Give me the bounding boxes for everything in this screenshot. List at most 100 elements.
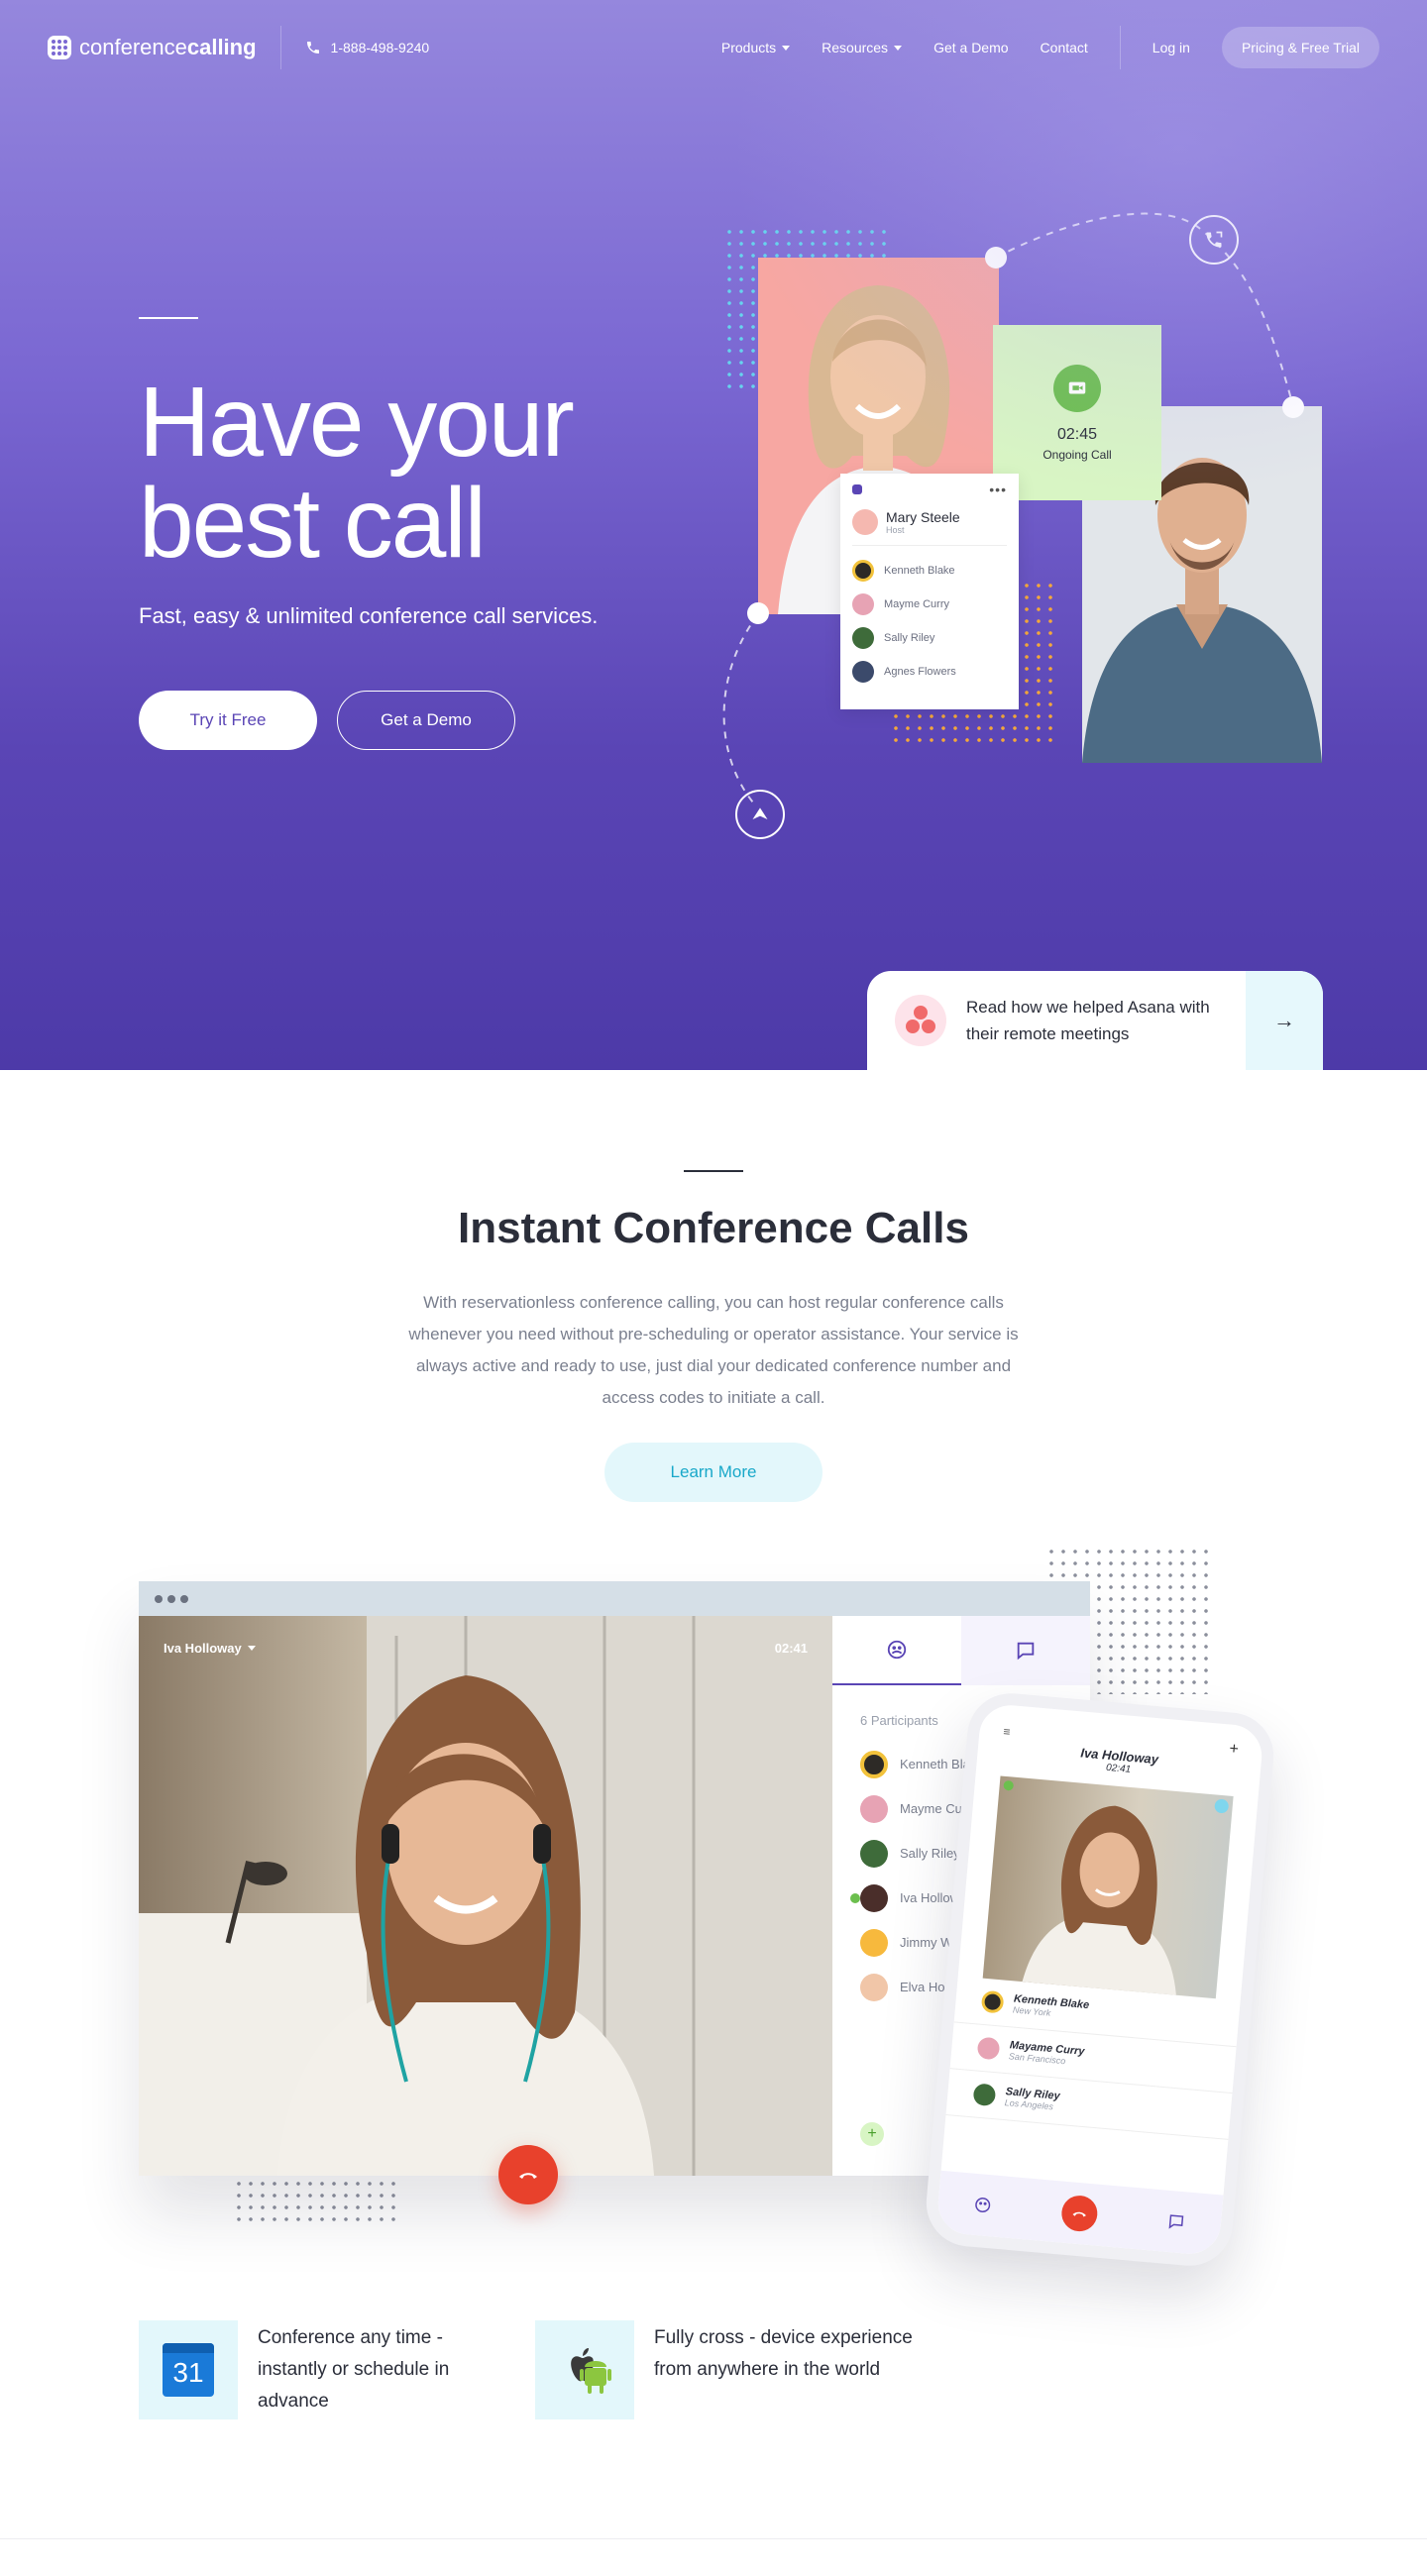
video-chat-icon [1053, 365, 1101, 412]
nav-contact[interactable]: Contact [1041, 40, 1088, 55]
feature-cross-device: Fully cross - device experience from any… [535, 2320, 951, 2419]
chevron-down-icon [894, 45, 903, 51]
mobile-video-feed [982, 1775, 1234, 1999]
chat-icon [1017, 1642, 1035, 1661]
mobile-app-mockup: ≡ + Iva Holloway 02:41 Kenneth Blake New … [923, 1689, 1277, 2270]
section-body: With reservationless conference calling,… [408, 1293, 1019, 1407]
learn-more-button[interactable]: Learn More [604, 1443, 823, 1502]
send-icon [735, 790, 785, 839]
avatar [972, 2083, 997, 2107]
get-demo-button[interactable]: Get a Demo [337, 691, 515, 750]
logo-text-light: conference [79, 35, 187, 59]
logo[interactable]: conferencecalling [48, 35, 257, 60]
hangup-button[interactable] [498, 2145, 558, 2204]
avatar [852, 661, 874, 683]
asana-promo-text: Read how we helped Asana with their remo… [966, 998, 1210, 1043]
hero-section: conferencecalling 1-888-498-9240 Product… [0, 0, 1427, 1070]
hero-title: Have your best call [139, 372, 694, 574]
section-accent-line [684, 1170, 743, 1172]
avatar [852, 627, 874, 649]
speaker-name[interactable]: Iva Holloway [164, 1641, 256, 1656]
nav-products-label: Products [720, 40, 777, 55]
logo-icon [48, 36, 71, 59]
chevron-down-icon [247, 1646, 256, 1651]
arrow-right-icon[interactable]: → [1246, 971, 1323, 1070]
avatar [976, 2036, 1001, 2061]
hero-title-line2: best call [139, 468, 487, 579]
nav-divider [279, 26, 281, 69]
active-speaker-dot [850, 1892, 860, 1903]
top-nav: conferencecalling 1-888-498-9240 Product… [48, 26, 1379, 69]
window-titlebar [139, 1581, 1090, 1616]
pricing-button[interactable]: Pricing & Free Trial [1221, 27, 1379, 68]
participant-name: Sally Riley [900, 1846, 960, 1861]
list-item[interactable]: Mayme Curry [852, 588, 1007, 621]
hero-subtitle: Fast, easy & unlimited conference call s… [139, 603, 599, 628]
participants-icon[interactable] [973, 2196, 993, 2215]
avatar [860, 1973, 888, 2001]
nav-divider [1119, 26, 1121, 69]
host-name: Mary Steele [886, 509, 960, 525]
avatar [852, 509, 878, 535]
participant-name: Agnes Flowers [884, 666, 956, 678]
list-item[interactable]: Kenneth Blake [852, 554, 1007, 588]
feature-text: Fully cross - device experience from any… [654, 2327, 913, 2380]
nav-menu: Products Resources Get a Demo Contact Lo… [721, 26, 1379, 69]
chat-icon[interactable] [1167, 2212, 1187, 2232]
phone-link[interactable]: 1-888-498-9240 [305, 40, 430, 55]
app-icon [852, 484, 862, 494]
add-icon[interactable]: + [1229, 1741, 1240, 1760]
avatar [860, 1794, 888, 1823]
login-link[interactable]: Log in [1153, 40, 1190, 55]
phone-number: 1-888-498-9240 [330, 40, 430, 55]
connector-node [985, 247, 1007, 268]
avatar [860, 1928, 888, 1957]
connector-node [1282, 396, 1304, 418]
feature-schedule: 31 Conference any time - instantly or sc… [139, 2320, 495, 2419]
try-free-button[interactable]: Try it Free [139, 691, 317, 750]
feature-text: Conference any time - instantly or sched… [258, 2327, 450, 2412]
participants-card: ••• Mary Steele Host Kenneth Blake Mayme … [840, 474, 1019, 709]
hangup-icon [519, 2173, 537, 2179]
menu-icon[interactable]: ≡ [1003, 1725, 1011, 1740]
section-title: Instant Conference Calls [458, 1204, 969, 1252]
call-timer: 02:41 [774, 1641, 808, 1656]
video-feed: Iva Holloway 02:41 [139, 1616, 832, 2176]
section-divider [0, 2538, 1427, 2539]
tab-chat[interactable] [961, 1616, 1090, 1685]
avatar [860, 1750, 888, 1778]
phone-forward-icon [1189, 215, 1239, 265]
phone-icon [306, 42, 319, 54]
nav-get-demo[interactable]: Get a Demo [933, 40, 1008, 55]
hangup-icon [1072, 2211, 1086, 2217]
avatar [980, 1989, 1005, 2014]
photo-man [1082, 406, 1322, 763]
host-role: Host [886, 525, 905, 535]
mobile-hangup-button[interactable] [1059, 2194, 1099, 2233]
asana-logo-icon [895, 995, 946, 1046]
logo-text-bold: calling [186, 35, 257, 59]
asana-promo-card[interactable]: Read how we helped Asana with their remo… [867, 971, 1323, 1070]
nav-products[interactable]: Products [720, 40, 791, 55]
ongoing-call-card: 02:45 Ongoing Call [993, 325, 1161, 500]
avatar [860, 1839, 888, 1868]
add-participant-button[interactable]: + [860, 2122, 884, 2146]
tab-participants[interactable] [832, 1616, 961, 1685]
divider [852, 545, 1007, 546]
call-timer: 02:45 [1056, 426, 1098, 443]
list-item[interactable]: Agnes Flowers [852, 655, 1007, 689]
avatar [860, 1883, 888, 1912]
participant-name: Mayme Curry [884, 598, 950, 610]
nav-resources-label: Resources [822, 40, 889, 55]
calendar-day: 31 [172, 2357, 204, 2388]
avatar [852, 560, 874, 582]
call-status: Ongoing Call [1043, 448, 1112, 462]
participant-name: Sally Riley [884, 632, 935, 644]
hero-accent-line [139, 317, 198, 319]
nav-resources[interactable]: Resources [822, 40, 903, 55]
speaker-name-label: Iva Holloway [164, 1641, 242, 1656]
chevron-down-icon [782, 45, 791, 51]
list-item[interactable]: Sally Riley [852, 621, 1007, 655]
dot-pattern-blue [723, 226, 890, 392]
more-icon[interactable]: ••• [989, 482, 1007, 497]
